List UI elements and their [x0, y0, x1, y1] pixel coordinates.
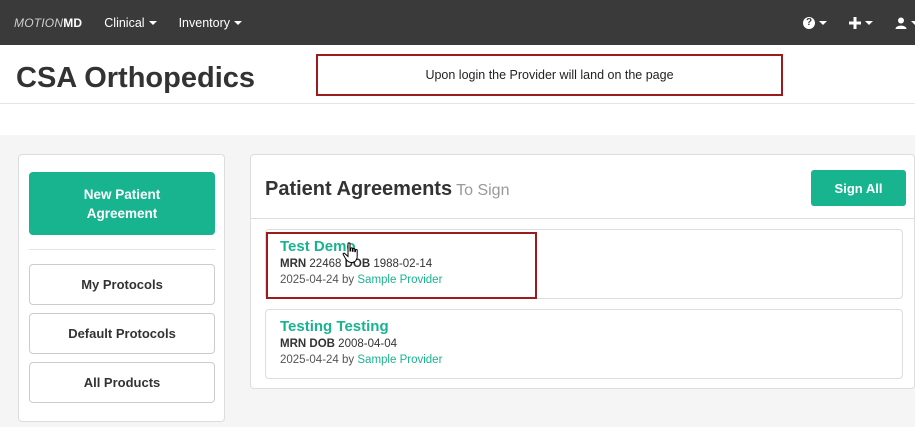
my-protocols-label: My Protocols	[81, 277, 163, 292]
patient-name-link[interactable]: Testing Testing	[280, 318, 902, 335]
nav-menu-inventory[interactable]: Inventory	[179, 16, 242, 30]
sign-all-label: Sign All	[834, 180, 883, 196]
default-protocols-label: Default Protocols	[68, 326, 176, 341]
patient-agreements-panel: Patient Agreements To Sign Sign All Test …	[250, 154, 915, 389]
page-title: CSA Orthopedics	[16, 62, 256, 94]
caret-down-icon	[819, 20, 827, 25]
help-menu[interactable]: ?	[803, 16, 827, 29]
panel-title-text: Patient Agreements	[265, 178, 453, 200]
add-menu[interactable]	[849, 16, 873, 29]
brand-logo-part1: MOTION	[14, 15, 64, 30]
by-text: by	[342, 354, 355, 366]
brand-logo-part2: MD	[63, 15, 83, 30]
dob-value: 1988-02-14	[373, 258, 433, 270]
brand-logo[interactable]: MOTIONMD	[14, 16, 82, 30]
agreement-date: 2025-04-24	[280, 274, 339, 286]
new-patient-agreement-label: New Patient Agreement	[83, 186, 161, 221]
new-patient-agreement-button[interactable]: New Patient Agreement	[29, 172, 215, 235]
user-menu[interactable]	[895, 17, 915, 29]
nav-menu-clinical[interactable]: Clinical	[104, 15, 157, 30]
user-icon	[895, 17, 907, 29]
dob-value: 2008-04-04	[338, 338, 397, 350]
provider-link[interactable]: Sample Provider	[357, 274, 442, 286]
annotation-callout: Upon login the Provider will land on the…	[316, 54, 783, 96]
navbar-right: ?	[781, 0, 915, 45]
caret-down-icon	[911, 20, 915, 25]
patient-name-link[interactable]: Test Demo	[280, 238, 902, 255]
patient-meta: MRN 22468 DOB 1988-02-14	[280, 256, 902, 272]
help-icon: ?	[803, 16, 815, 29]
caret-down-icon	[148, 20, 157, 25]
mrn-label: MRN	[280, 338, 307, 350]
my-protocols-button[interactable]: My Protocols	[29, 264, 215, 305]
sidebar-panel: New Patient Agreement My Protocols Defau…	[18, 154, 225, 422]
agreement-date-line: 2025-04-24 by Sample Provider	[280, 272, 902, 288]
top-navbar: MOTIONMD Clinical Inventory ?	[0, 0, 915, 45]
nav-menu-clinical-label: Clinical	[104, 15, 145, 30]
mrn-label: MRN	[280, 258, 307, 270]
agreement-date-line: 2025-04-24 by Sample Provider	[280, 352, 902, 368]
caret-down-icon	[865, 20, 873, 25]
all-products-button[interactable]: All Products	[29, 362, 215, 403]
agreement-item[interactable]: Test Demo MRN 22468 DOB 1988-02-14 2025-…	[265, 229, 903, 299]
sign-all-button[interactable]: Sign All	[811, 170, 906, 206]
provider-link[interactable]: Sample Provider	[357, 354, 442, 366]
agreement-item[interactable]: Testing Testing MRN DOB 2008-04-04 2025-…	[265, 309, 903, 379]
agreement-date: 2025-04-24	[280, 354, 339, 366]
patient-meta: MRN DOB 2008-04-04	[280, 336, 902, 352]
panel-header: Patient Agreements To Sign Sign All	[251, 155, 915, 219]
plus-icon	[849, 16, 861, 29]
annotation-callout-text: Upon login the Provider will land on the…	[425, 68, 674, 82]
all-products-label: All Products	[83, 375, 161, 390]
nav-menu-inventory-label: Inventory	[178, 15, 230, 30]
caret-down-icon	[233, 20, 242, 25]
dob-label: DOB	[309, 338, 335, 350]
default-protocols-button[interactable]: Default Protocols	[29, 313, 215, 354]
panel-subtitle: To Sign	[456, 182, 510, 199]
sidebar-divider	[29, 249, 215, 250]
header-divider	[0, 103, 915, 104]
hand-cursor-icon	[342, 242, 358, 264]
by-text: by	[342, 274, 355, 286]
mrn-value: 22468	[309, 258, 342, 270]
panel-title: Patient Agreements To Sign	[265, 178, 509, 201]
